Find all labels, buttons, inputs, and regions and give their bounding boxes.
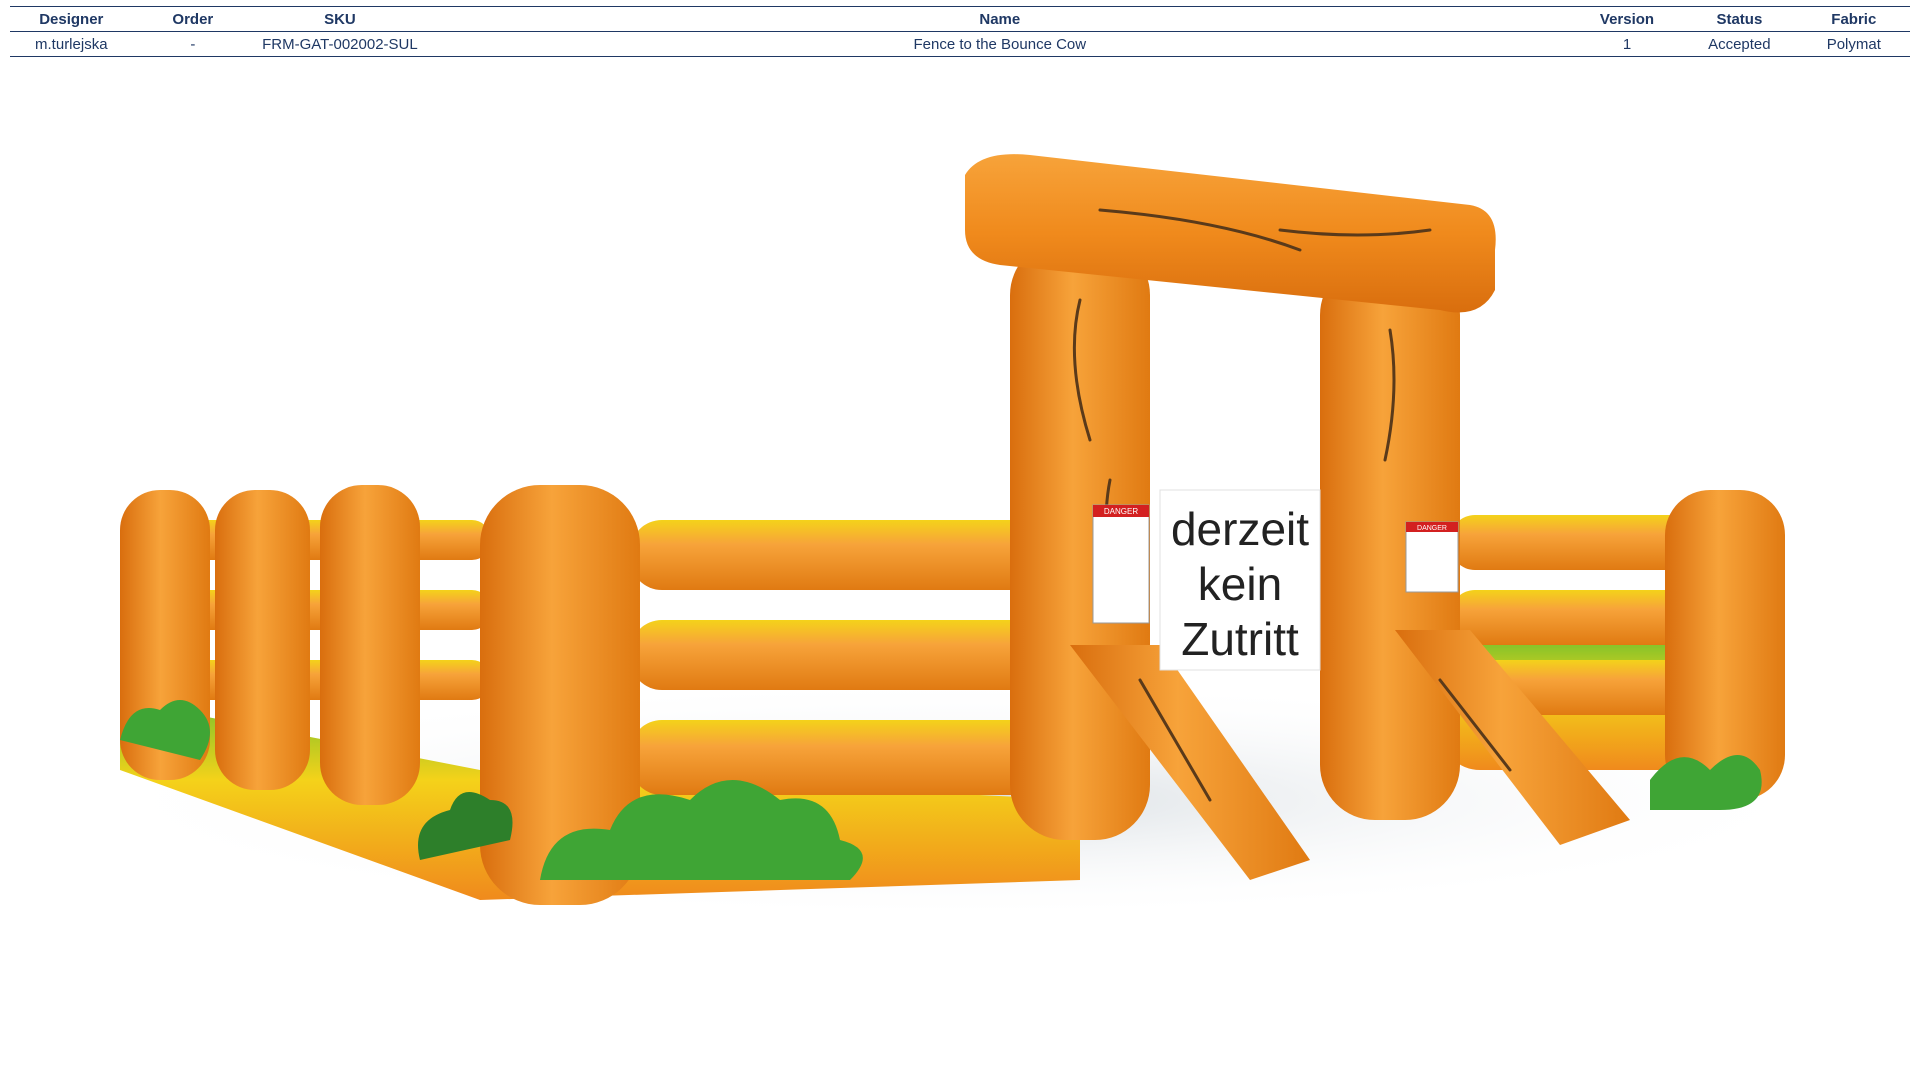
header-sku: SKU — [253, 6, 427, 32]
cell-sku: FRM-GAT-002002-SUL — [253, 31, 427, 57]
header-order: Order — [132, 6, 254, 32]
header-fabric: Fabric — [1797, 6, 1910, 32]
sign-line-3: Zutritt — [1181, 613, 1299, 665]
cell-designer: m.turlejska — [10, 31, 133, 57]
cell-fabric: Polymat — [1797, 31, 1910, 57]
header-status: Status — [1681, 6, 1798, 32]
right-fence — [1440, 490, 1785, 810]
inflatable-fence-illustration: derzeit kein Zutritt DANGER DANGER — [80, 154, 1840, 920]
spec-table: Designer Order SKU Name Version Status F… — [10, 6, 1910, 57]
warning-label-left: DANGER — [1104, 507, 1138, 516]
sign-line-2: kein — [1198, 558, 1282, 610]
cell-version: 1 — [1572, 31, 1682, 57]
safety-label-left: DANGER — [1092, 504, 1150, 624]
cell-status: Accepted — [1681, 31, 1798, 57]
header-name: Name — [426, 6, 1573, 32]
header-designer: Designer — [10, 6, 133, 32]
cell-name: Fence to the Bounce Cow — [426, 31, 1573, 57]
header-version: Version — [1572, 6, 1682, 32]
spec-table-header-row: Designer Order SKU Name Version Status F… — [10, 6, 1910, 32]
table-row: m.turlejska - FRM-GAT-002002-SUL Fence t… — [10, 31, 1910, 57]
cell-order: - — [132, 31, 254, 57]
sign-line-1: derzeit — [1171, 503, 1309, 555]
product-render: derzeit kein Zutritt DANGER DANGER — [0, 60, 1920, 1080]
safety-label-right: DANGER — [1405, 521, 1459, 593]
no-entry-sign: derzeit kein Zutritt — [1159, 489, 1321, 671]
warning-label-right: DANGER — [1417, 525, 1447, 532]
